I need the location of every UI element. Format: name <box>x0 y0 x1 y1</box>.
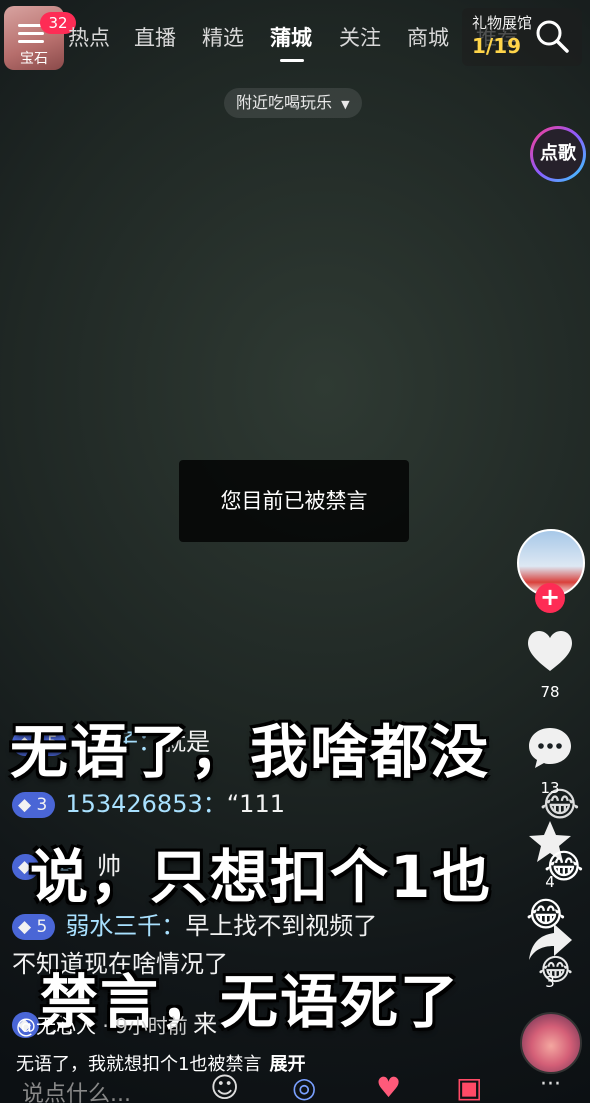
more-icon[interactable]: ··· <box>540 1074 561 1096</box>
nearby-filter[interactable]: 附近吃喝玩乐 ▼ <box>224 88 362 118</box>
gift-hall-value: 1/19 <box>472 34 522 58</box>
video-description: 无语了，我就想扣个1也被禁言 展开 <box>16 1050 305 1076</box>
follow-plus-icon[interactable]: + <box>535 583 565 613</box>
tab-pucheng[interactable]: 蒲城 <box>270 22 312 52</box>
caption-line-1: 无语了，我啥都没 <box>10 718 491 786</box>
laugh-emoji-icon: 😂 <box>526 895 566 935</box>
description-text: 无语了，我就想扣个1也被禁言 <box>16 1054 262 1075</box>
gift-hall-title: 礼物展馆 <box>472 14 533 32</box>
comment-item: ◆ 3 153426853：“111 <box>12 784 285 819</box>
level-badge: ◆ 5 <box>12 914 56 940</box>
heart-gift-icon[interactable]: ♥ <box>376 1074 401 1102</box>
nearby-label: 附近吃喝玩乐 <box>236 93 333 112</box>
search-icon[interactable] <box>534 18 570 54</box>
song-request-label: 点歌 <box>533 129 583 179</box>
active-tab-indicator <box>280 59 304 62</box>
menu-caption: 宝石 <box>20 51 48 67</box>
level-badge: ◆ 3 <box>12 792 56 818</box>
tab-following[interactable]: 关注 <box>339 22 381 52</box>
laugh-emoji-icon: 😂 <box>544 847 584 887</box>
tab-mall[interactable]: 商城 <box>407 22 449 52</box>
expand-link[interactable]: 展开 <box>269 1054 305 1075</box>
comment-author: 153426853： <box>65 790 227 818</box>
top-bar: 宝石 32 热点 直播 精选 蒲城 关注 商城 推荐 礼物展馆 1/19 <box>0 0 590 80</box>
comment-input[interactable]: 说点什么... <box>22 1076 131 1103</box>
laugh-emoji-icon: 😂 <box>540 785 580 825</box>
tab-hot[interactable]: 热点 <box>68 22 110 52</box>
chevron-down-icon: ▼ <box>341 98 350 111</box>
comment-text: “111 <box>226 790 285 818</box>
author-line[interactable]: @无心人 · 9小时前 <box>16 1010 188 1039</box>
song-request-button[interactable]: 点歌 <box>530 126 586 182</box>
muted-toast: 您目前已被禁言 <box>179 460 409 542</box>
caption-line-2: 说，只想扣个1也 <box>30 843 493 911</box>
author-name[interactable]: @无心人 <box>16 1014 96 1038</box>
like-count: 78 <box>540 683 560 701</box>
emoji-face-icon[interactable]: ☺ <box>210 1074 239 1102</box>
post-time: · 9小时前 <box>102 1014 188 1038</box>
bottom-input-bar: 说点什么... ☺ ◎ ♥ ▣ ··· <box>0 1074 590 1103</box>
laugh-emoji-icon: 😂 <box>538 953 574 988</box>
comment-icon[interactable] <box>526 724 574 772</box>
heart-icon[interactable] <box>526 628 574 676</box>
tab-live[interactable]: 直播 <box>134 22 176 52</box>
comment-text: 早上找不到视频了 <box>185 912 378 940</box>
gift-icon[interactable]: ▣ <box>456 1074 482 1102</box>
tab-selected[interactable]: 精选 <box>202 22 244 52</box>
comment-author: 弱水三千： <box>65 912 186 940</box>
mention-icon[interactable]: ◎ <box>292 1074 316 1102</box>
music-disc-icon[interactable] <box>520 1012 582 1074</box>
